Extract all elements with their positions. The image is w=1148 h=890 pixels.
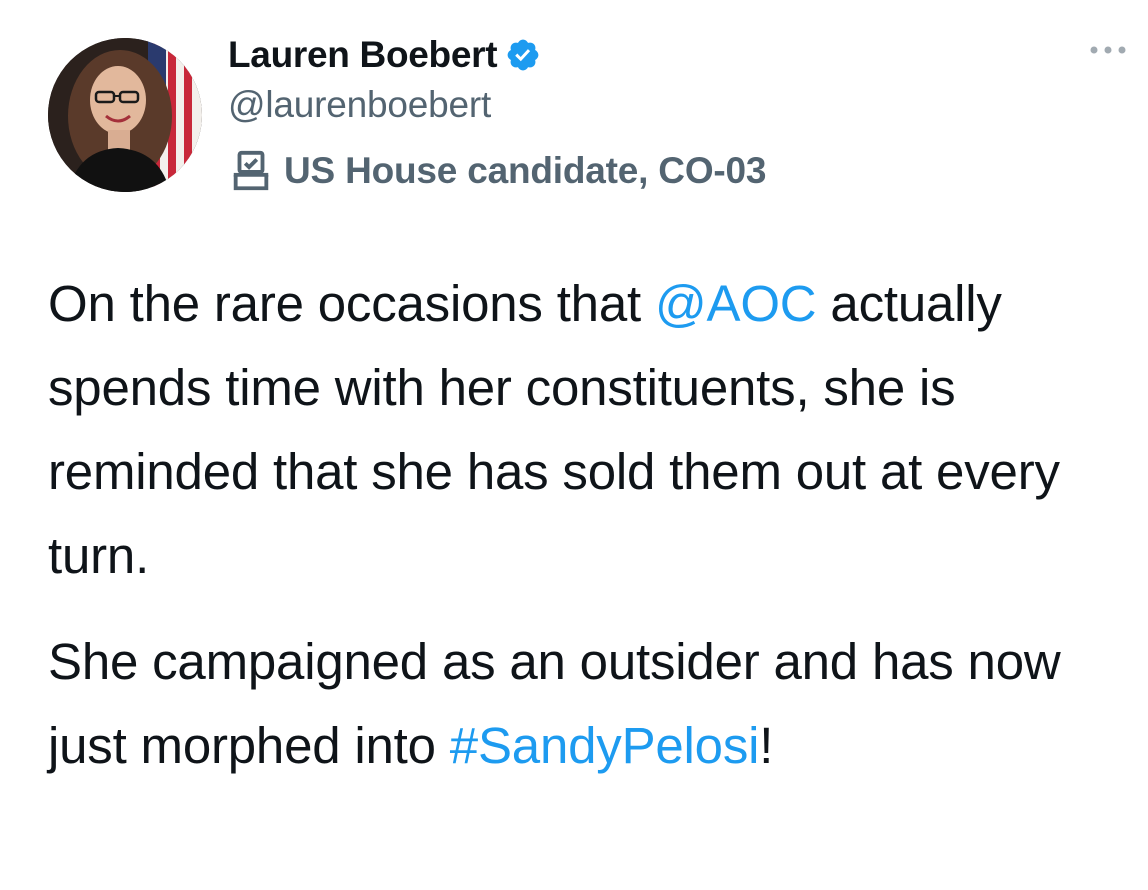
tweet-paragraph-1: On the rare occasions that @AOC actually…: [48, 262, 1138, 598]
author-name-row: Lauren Boebert: [228, 30, 541, 80]
verified-badge-icon: [505, 37, 541, 73]
tweet-text: On the rare occasions that @AOC actually…: [48, 262, 1138, 788]
tweet-card: Lauren Boebert @laurenboebert US House c…: [0, 0, 1148, 890]
avatar[interactable]: [48, 38, 202, 192]
more-options-button[interactable]: [1086, 40, 1130, 60]
tweet-text-segment: On the rare occasions that: [48, 275, 655, 332]
avatar-portrait-image: [48, 38, 202, 192]
mention-link[interactable]: @AOC: [655, 275, 817, 332]
tweet-text-segment: !: [759, 717, 774, 774]
affiliation-label-text: US House candidate, CO-03: [284, 150, 767, 191]
more-dots-icon: [1090, 46, 1126, 54]
tweet-paragraph-2: She campaigned as an outsider and has no…: [48, 620, 1138, 788]
hashtag-link[interactable]: #SandyPelosi: [450, 717, 760, 774]
author-handle[interactable]: @laurenboebert: [228, 84, 491, 126]
author-affiliation-label: US House candidate, CO-03: [228, 146, 766, 196]
author-display-name[interactable]: Lauren Boebert: [228, 34, 498, 76]
ballot-box-icon: [228, 148, 274, 194]
